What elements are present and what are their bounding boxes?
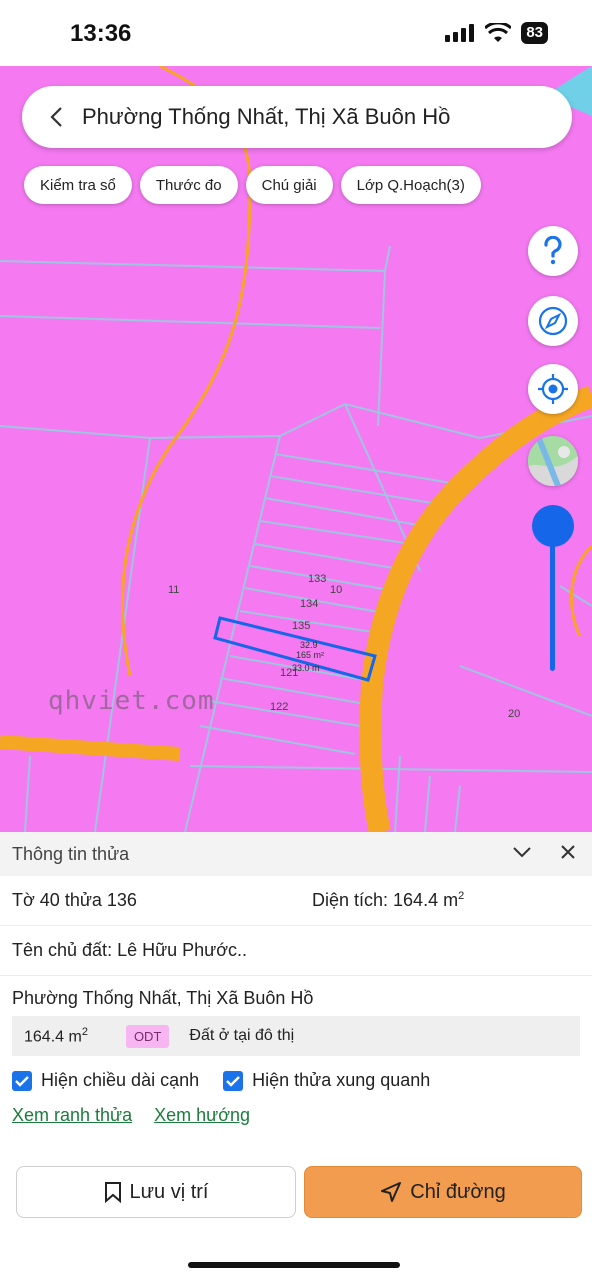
status-icons: 83 bbox=[445, 22, 548, 44]
plot-label-20: 20 bbox=[508, 708, 521, 720]
parcel-info-panel: Thông tin thửa Tờ 40 thửa 136 Diện tích:… bbox=[0, 832, 592, 1280]
tool-chips: Kiểm tra sổ Thước đo Chú giải Lớp Q.Hoạc… bbox=[24, 166, 481, 204]
plot-label-122: 122 bbox=[270, 701, 289, 713]
signal-icon bbox=[445, 24, 475, 42]
battery-icon: 83 bbox=[521, 22, 548, 44]
crosshair-icon bbox=[538, 374, 568, 404]
sheet-row: Tờ 40 thửa 136 Diện tích: 164.4 m2 bbox=[0, 876, 592, 926]
plot-label-133: 133 bbox=[308, 573, 327, 585]
dim-label-bottom: 33.0 m bbox=[292, 663, 320, 673]
view-boundary-link[interactable]: Xem ranh thửa bbox=[12, 1105, 132, 1126]
show-edges-checkbox[interactable]: Hiện chiều dài cạnh bbox=[12, 1070, 199, 1091]
status-bar: 13:36 83 bbox=[0, 0, 592, 66]
zoom-slider-thumb[interactable] bbox=[532, 505, 574, 547]
chevron-down-icon[interactable] bbox=[512, 842, 532, 862]
sheet-plot: Tờ 40 thửa 136 bbox=[12, 890, 137, 910]
bookmark-icon bbox=[104, 1182, 121, 1203]
links-row: Xem ranh thửa Xem hướng bbox=[0, 1105, 592, 1126]
compass-icon bbox=[538, 306, 568, 336]
area-info: Diện tích: 164.4 m2 bbox=[312, 890, 465, 910]
panel-header: Thông tin thửa bbox=[0, 832, 592, 876]
map-layer-icon bbox=[528, 436, 578, 486]
send-icon bbox=[381, 1182, 402, 1202]
dim-label-area: 165 m² bbox=[296, 650, 325, 660]
plot-label-134: 134 bbox=[300, 598, 319, 610]
map-watermark: qhviet.com bbox=[48, 686, 215, 716]
zoom-slider-track[interactable] bbox=[550, 545, 555, 671]
action-buttons: Lưu vị trí Chỉ đường bbox=[16, 1166, 582, 1218]
back-button[interactable] bbox=[30, 86, 82, 148]
land-code-badge: ODT bbox=[125, 1024, 170, 1048]
parcel-address: Phường Thống Nhất, Thị Xã Buôn Hồ bbox=[12, 988, 314, 1008]
plot-label-10: 10 bbox=[330, 584, 343, 596]
chip-planning-layer[interactable]: Lớp Q.Hoạch(3) bbox=[340, 166, 481, 204]
options-row: Hiện chiều dài cạnh Hiện thửa xung quanh bbox=[0, 1070, 592, 1091]
save-location-button[interactable]: Lưu vị trí bbox=[16, 1166, 296, 1218]
land-area: 164.4 m2 bbox=[24, 1025, 88, 1046]
land-use-row: 164.4 m2 ODT Đất ở tại đô thị bbox=[12, 1016, 580, 1056]
checkbox-checked-icon bbox=[223, 1070, 244, 1091]
show-neighbors-checkbox[interactable]: Hiện thửa xung quanh bbox=[223, 1070, 430, 1091]
my-location-button[interactable] bbox=[528, 364, 578, 414]
help-button[interactable] bbox=[528, 226, 578, 276]
help-icon bbox=[544, 236, 562, 265]
wifi-icon bbox=[485, 23, 512, 42]
home-indicator bbox=[188, 1262, 400, 1268]
close-icon[interactable] bbox=[558, 842, 578, 862]
dim-label-top: 32.9 bbox=[300, 640, 318, 650]
directions-button[interactable]: Chỉ đường bbox=[304, 1166, 582, 1218]
location-title: Phường Thống Nhất, Thị Xã Buôn Hồ bbox=[82, 104, 451, 129]
search-bar[interactable]: Phường Thống Nhất, Thị Xã Buôn Hồ bbox=[22, 86, 572, 148]
chip-check-book[interactable]: Kiểm tra sổ bbox=[24, 166, 132, 204]
view-direction-link[interactable]: Xem hướng bbox=[154, 1105, 250, 1126]
plot-label-11: 11 bbox=[168, 584, 180, 596]
compass-button[interactable] bbox=[528, 296, 578, 346]
chevron-left-icon bbox=[50, 107, 62, 127]
plot-label-135: 135 bbox=[292, 620, 311, 632]
checkbox-checked-icon bbox=[12, 1070, 32, 1091]
panel-title: Thông tin thửa bbox=[12, 843, 130, 864]
chip-ruler[interactable]: Thước đo bbox=[139, 166, 238, 204]
chip-legend[interactable]: Chú giải bbox=[245, 166, 333, 204]
land-type: Đất ở tại đô thị bbox=[189, 1027, 295, 1044]
status-time: 13:36 bbox=[70, 20, 132, 47]
owner-row: Tên chủ đất: Lê Hữu Phước.. bbox=[0, 926, 592, 976]
map-type-button[interactable] bbox=[528, 436, 578, 486]
owner-name: Tên chủ đất: Lê Hữu Phước.. bbox=[12, 940, 248, 960]
